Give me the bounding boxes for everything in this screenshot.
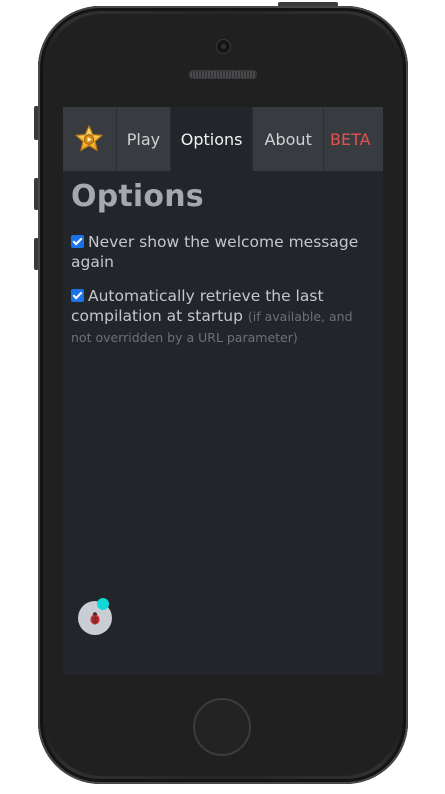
front-camera-icon xyxy=(216,39,231,54)
nav-item-play[interactable]: Play xyxy=(117,107,171,171)
debug-status-badge xyxy=(97,598,109,610)
page-title: Options xyxy=(71,179,204,214)
home-button xyxy=(193,698,251,756)
nav-item-beta[interactable]: BETA xyxy=(324,107,383,171)
nav-logo[interactable] xyxy=(63,107,117,171)
option-auto-retrieve: Automatically retrieve the last compilat… xyxy=(71,286,375,348)
app-screen: Play Options About BETA Options Never sh… xyxy=(63,107,383,675)
auto-retrieve-checkbox[interactable] xyxy=(71,289,84,302)
option-welcome-message: Never show the welcome message again xyxy=(71,232,375,272)
nav-item-about[interactable]: About xyxy=(253,107,325,171)
ladybug-icon xyxy=(90,612,100,625)
speaker-grille xyxy=(189,70,257,79)
options-content: Options Never show the welcome message a… xyxy=(71,171,375,348)
welcome-message-label[interactable]: Never show the welcome message again xyxy=(71,233,358,271)
nav-item-options[interactable]: Options xyxy=(170,107,254,171)
navbar: Play Options About BETA xyxy=(63,107,383,171)
star-logo-icon xyxy=(75,125,104,152)
welcome-message-checkbox[interactable] xyxy=(71,235,84,248)
